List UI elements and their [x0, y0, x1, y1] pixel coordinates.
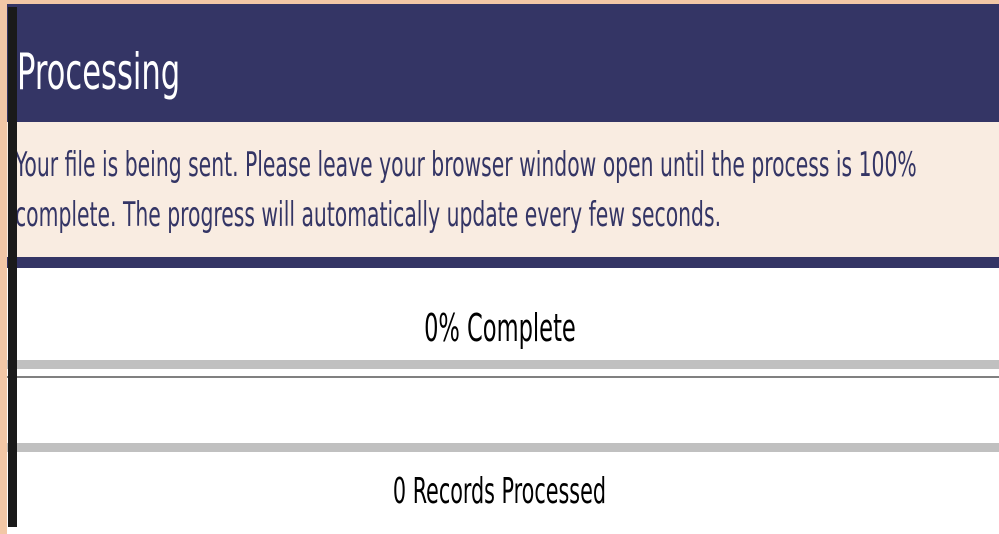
status-message: Your file is being sent. Please leave yo… — [15, 145, 917, 235]
records-processed-label: 0 Records Processed — [0, 470, 999, 514]
page-title: Processing — [17, 43, 181, 101]
processing-page: Processing Your file is being sent. Plea… — [0, 0, 999, 534]
message-divider — [7, 257, 999, 268]
progress-percent-text: 0% Complete — [423, 306, 576, 350]
records-processed-text: 0 Records Processed — [392, 471, 607, 512]
progress-percent-label: 0% Complete — [0, 306, 999, 350]
progress-bar-left-cap — [8, 7, 17, 527]
frame-left-edge — [0, 0, 7, 534]
progress-bar — [7, 360, 999, 452]
processing-header: Processing — [7, 4, 999, 122]
progress-bar-inner — [7, 376, 999, 436]
status-message-box: Your file is being sent. Please leave yo… — [7, 122, 999, 257]
